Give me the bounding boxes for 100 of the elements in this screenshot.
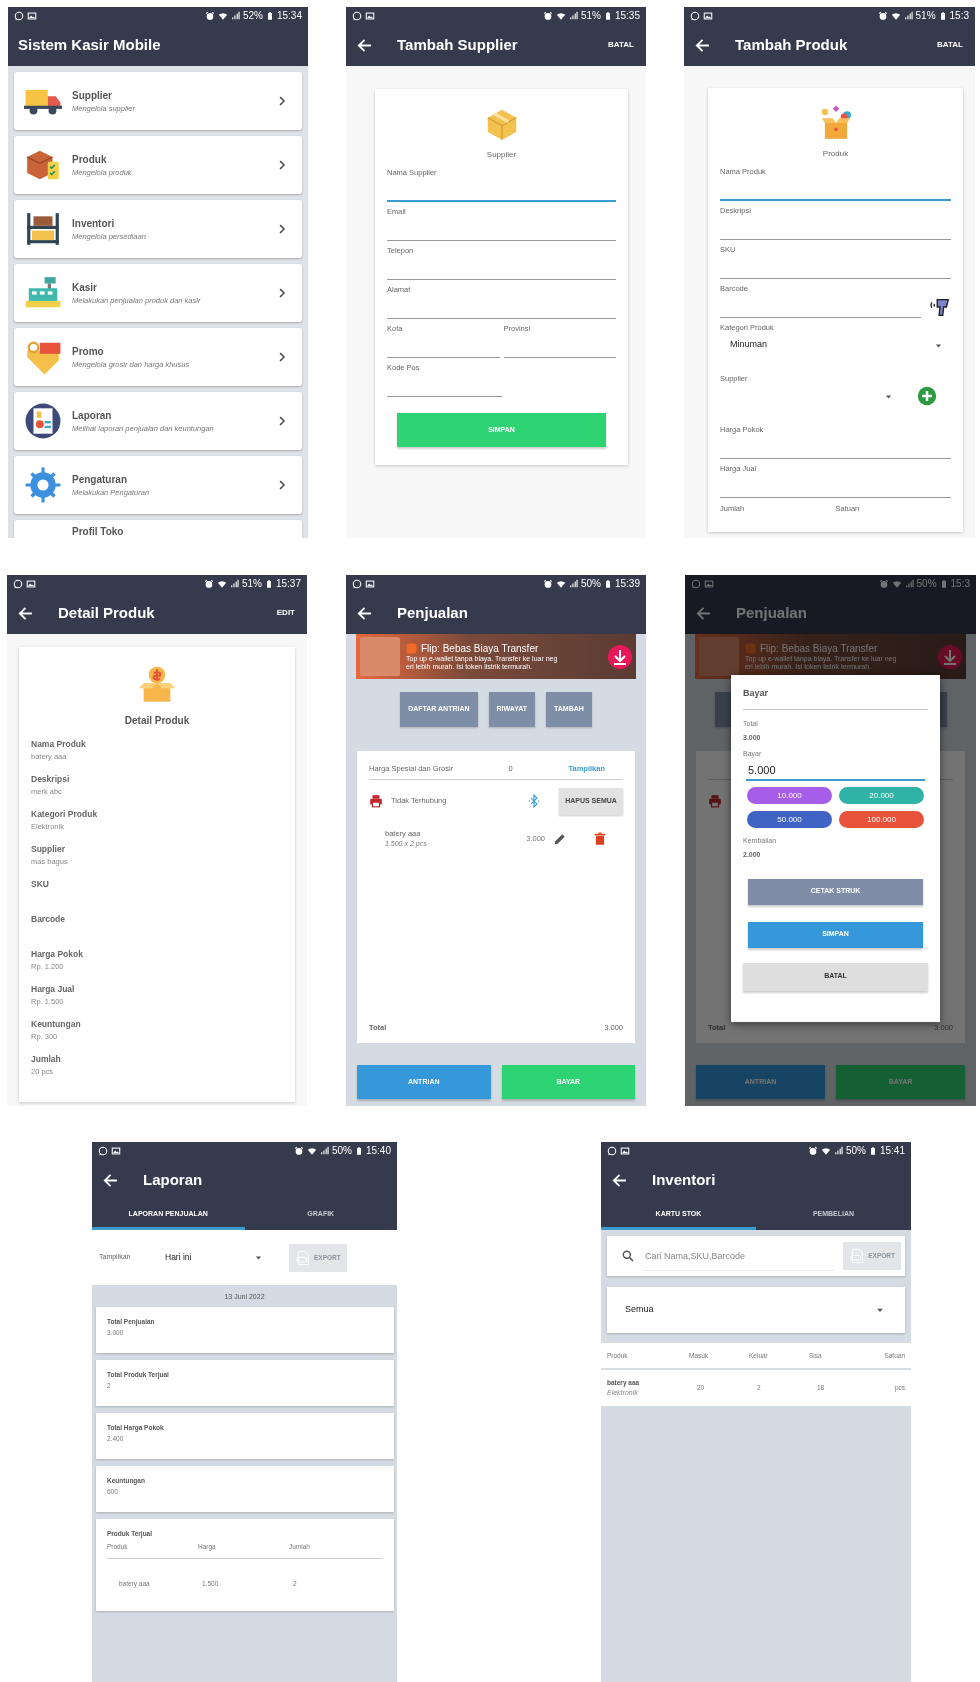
screen-title: Tambah Supplier	[397, 34, 518, 55]
screen-title: Tambah Produk	[735, 34, 848, 55]
chat-icon	[691, 578, 701, 589]
clock: 15:40	[365, 1144, 391, 1158]
chevron-right-icon	[276, 159, 288, 171]
amount-chip[interactable]: 100.000	[839, 811, 924, 828]
battery-icon	[603, 10, 612, 21]
detail-label: SKU	[31, 878, 50, 891]
battery-icon	[939, 578, 948, 589]
amount-chip[interactable]: 50.000	[747, 811, 832, 828]
wifi-icon	[890, 10, 901, 21]
detail-label: Deskripsi	[31, 773, 71, 786]
battery-icon	[265, 10, 274, 21]
detail-label: Supplier	[31, 843, 66, 856]
screen-title: Penjualan	[736, 602, 807, 623]
battery-level: 50%	[916, 577, 937, 591]
chevron-right-icon	[276, 479, 288, 491]
battery-icon	[938, 10, 947, 21]
chat-icon	[352, 578, 362, 589]
dropdown[interactable]: Minuman	[720, 333, 951, 357]
signal-icon	[319, 1146, 329, 1155]
alarm-icon	[877, 10, 888, 21]
download-icon[interactable]	[608, 644, 632, 669]
file-icon	[849, 1248, 866, 1264]
form-heading: Produk	[822, 148, 849, 160]
screen-title: Detail Produk	[58, 602, 155, 623]
menu-title: Profil Toko	[72, 525, 124, 538]
action-button[interactable]: BATAL	[606, 37, 636, 53]
bluetooth-icon[interactable]	[527, 794, 541, 808]
money-box-icon	[137, 665, 177, 705]
chat-icon	[607, 1145, 617, 1156]
wifi-icon	[555, 10, 566, 21]
signal-icon	[833, 1146, 843, 1155]
battery-icon	[264, 578, 273, 589]
chevron-right-icon	[276, 287, 288, 299]
alarm-icon	[878, 578, 889, 589]
trash-icon[interactable]	[593, 831, 607, 846]
ad-title: Flip: Bebas Biaya Transfer	[760, 642, 878, 655]
chevron-right-icon	[276, 223, 288, 235]
signal-icon	[229, 579, 239, 588]
detail-label: Harga Pokok	[31, 948, 84, 961]
battery-level: 51%	[915, 9, 936, 23]
chat-icon	[14, 10, 24, 21]
battery-icon	[354, 1145, 363, 1156]
image-icon	[365, 578, 375, 589]
clock: 15:41	[879, 1144, 905, 1158]
pencil-icon[interactable]	[553, 831, 567, 846]
gear-icon	[24, 466, 62, 504]
chat-icon	[690, 10, 700, 21]
clock: 15:35	[614, 9, 640, 23]
chat-icon	[352, 10, 362, 21]
caret-down-icon	[254, 1253, 263, 1262]
screen-title: Sistem Kasir Mobile	[18, 34, 161, 55]
report-icon	[24, 402, 62, 440]
add-icon[interactable]	[917, 386, 937, 406]
signal-icon	[230, 11, 240, 20]
alarm-icon	[542, 578, 553, 589]
battery-level: 52%	[242, 9, 263, 23]
printer-icon	[708, 794, 722, 808]
barcode-scanner-icon[interactable]	[929, 296, 951, 318]
alarm-icon	[293, 1145, 304, 1156]
wifi-icon	[306, 1145, 317, 1156]
image-icon	[704, 578, 714, 589]
dropdown[interactable]: Hari ini	[149, 1251, 269, 1264]
menu-title: Produk	[72, 152, 108, 167]
menu-title: Pengaturan	[72, 472, 128, 487]
action-button[interactable]: EDIT	[274, 605, 297, 621]
battery-icon	[868, 1145, 877, 1156]
wifi-icon	[216, 578, 227, 589]
menu-title: Supplier	[72, 88, 113, 103]
clock: 15:39	[614, 577, 640, 591]
dropdown[interactable]: Semua	[607, 1287, 905, 1333]
detail-label: Harga Jual	[31, 983, 76, 996]
alarm-icon	[204, 10, 215, 21]
menu-title: Laporan	[72, 408, 113, 423]
battery-level: 51%	[580, 9, 601, 23]
image-icon	[27, 10, 37, 21]
menu-card[interactable]: Profil Toko	[14, 520, 302, 538]
chat-icon	[98, 1145, 108, 1156]
detail-label: Kategori Produk	[31, 808, 99, 821]
amount-chip[interactable]: 10.000	[747, 787, 832, 804]
chevron-right-icon	[276, 95, 288, 107]
chevron-right-icon	[276, 415, 288, 427]
action-button[interactable]: BATAL	[935, 37, 965, 53]
chat-icon	[13, 578, 23, 589]
clock: 15:37	[275, 577, 301, 591]
wifi-icon	[891, 578, 902, 589]
wifi-icon	[217, 10, 228, 21]
wifi-icon	[820, 1145, 831, 1156]
screen-title: Penjualan	[397, 602, 468, 623]
photo-placeholder	[699, 637, 739, 676]
menu-title: Inventori	[72, 216, 116, 231]
signal-icon	[568, 11, 578, 20]
clock: 15:3	[949, 9, 969, 23]
battery-icon	[603, 578, 612, 589]
image-icon	[26, 578, 36, 589]
detail-label: Jumlah	[31, 1053, 62, 1066]
battery-level: 51%	[241, 577, 262, 591]
ad-title: Flip: Bebas Biaya Transfer	[421, 642, 539, 655]
logo-icon	[406, 643, 417, 654]
